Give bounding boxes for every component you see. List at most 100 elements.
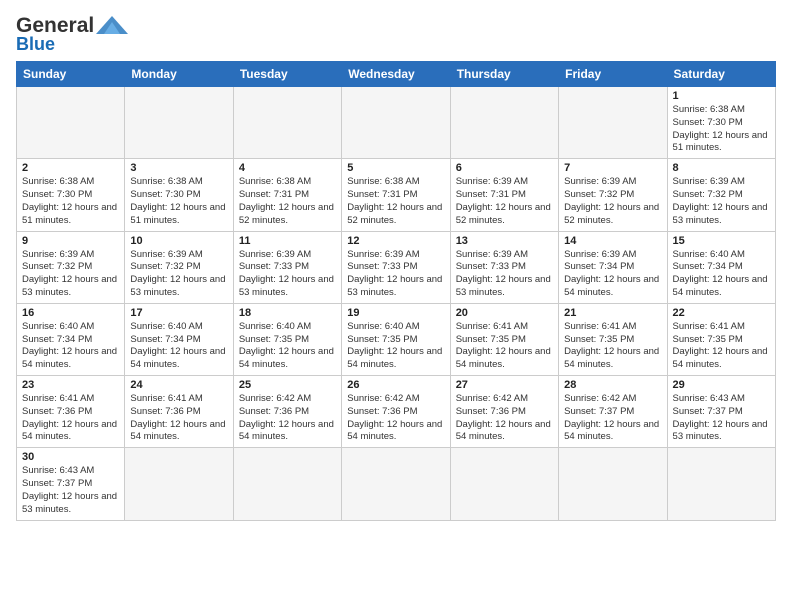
day-info: Sunrise: 6:38 AM Sunset: 7:30 PM Dayligh… <box>22 176 119 227</box>
calendar-cell: 1 Sunrise: 6:38 AM Sunset: 7:30 PM Daylig… <box>667 87 775 159</box>
day-info: Sunrise: 6:41 AM Sunset: 7:36 PM Dayligh… <box>130 393 227 444</box>
weekday-header-tuesday: Tuesday <box>233 62 341 87</box>
calendar-cell <box>233 448 341 520</box>
logo-blue-text: Blue <box>16 34 55 55</box>
weekday-header-row: SundayMondayTuesdayWednesdayThursdayFrid… <box>17 62 776 87</box>
day-number: 5 <box>347 162 444 174</box>
day-number: 20 <box>456 307 553 319</box>
calendar-cell: 25 Sunrise: 6:42 AM Sunset: 7:36 PM Dayli… <box>233 376 341 448</box>
day-number: 4 <box>239 162 336 174</box>
day-info: Sunrise: 6:40 AM Sunset: 7:35 PM Dayligh… <box>347 321 444 372</box>
day-info: Sunrise: 6:42 AM Sunset: 7:36 PM Dayligh… <box>239 393 336 444</box>
calendar-cell: 24 Sunrise: 6:41 AM Sunset: 7:36 PM Dayli… <box>125 376 233 448</box>
calendar-cell: 18 Sunrise: 6:40 AM Sunset: 7:35 PM Dayli… <box>233 303 341 375</box>
day-info: Sunrise: 6:40 AM Sunset: 7:34 PM Dayligh… <box>130 321 227 372</box>
calendar-cell: 30Sunrise: 6:43 AM Sunset: 7:37 PM Dayli… <box>17 448 125 520</box>
weekday-header-thursday: Thursday <box>450 62 558 87</box>
calendar-cell: 26 Sunrise: 6:42 AM Sunset: 7:36 PM Dayli… <box>342 376 450 448</box>
day-number: 13 <box>456 235 553 247</box>
day-info: Sunrise: 6:39 AM Sunset: 7:33 PM Dayligh… <box>456 249 553 300</box>
day-info: Sunrise: 6:41 AM Sunset: 7:35 PM Dayligh… <box>564 321 661 372</box>
day-number: 16 <box>22 307 119 319</box>
calendar-cell: 16 Sunrise: 6:40 AM Sunset: 7:34 PM Dayli… <box>17 303 125 375</box>
week-row-5: 23Sunrise: 6:41 AM Sunset: 7:36 PM Dayli… <box>17 376 776 448</box>
week-row-2: 2 Sunrise: 6:38 AM Sunset: 7:30 PM Daylig… <box>17 159 776 231</box>
calendar-cell: 11 Sunrise: 6:39 AM Sunset: 7:33 PM Dayli… <box>233 231 341 303</box>
calendar-cell: 6Sunrise: 6:39 AM Sunset: 7:31 PM Daylig… <box>450 159 558 231</box>
calendar-cell: 10 Sunrise: 6:39 AM Sunset: 7:32 PM Dayli… <box>125 231 233 303</box>
day-info: Sunrise: 6:39 AM Sunset: 7:32 PM Dayligh… <box>564 176 661 227</box>
day-info: Sunrise: 6:40 AM Sunset: 7:35 PM Dayligh… <box>239 321 336 372</box>
day-number: 3 <box>130 162 227 174</box>
calendar-cell <box>559 87 667 159</box>
calendar-cell: 2 Sunrise: 6:38 AM Sunset: 7:30 PM Daylig… <box>17 159 125 231</box>
calendar-cell <box>17 87 125 159</box>
calendar-cell <box>342 448 450 520</box>
day-info: Sunrise: 6:38 AM Sunset: 7:30 PM Dayligh… <box>673 104 770 155</box>
day-number: 22 <box>673 307 770 319</box>
calendar-cell <box>342 87 450 159</box>
weekday-header-sunday: Sunday <box>17 62 125 87</box>
calendar-cell <box>125 448 233 520</box>
day-number: 6 <box>456 162 553 174</box>
day-number: 27 <box>456 379 553 391</box>
day-info: Sunrise: 6:42 AM Sunset: 7:36 PM Dayligh… <box>456 393 553 444</box>
day-number: 29 <box>673 379 770 391</box>
day-info: Sunrise: 6:41 AM Sunset: 7:35 PM Dayligh… <box>456 321 553 372</box>
day-number: 28 <box>564 379 661 391</box>
day-info: Sunrise: 6:39 AM Sunset: 7:32 PM Dayligh… <box>22 249 119 300</box>
logo-area: General Blue <box>16 10 128 55</box>
day-number: 26 <box>347 379 444 391</box>
day-info: Sunrise: 6:41 AM Sunset: 7:36 PM Dayligh… <box>22 393 119 444</box>
day-number: 2 <box>22 162 119 174</box>
week-row-6: 30Sunrise: 6:43 AM Sunset: 7:37 PM Dayli… <box>17 448 776 520</box>
calendar-cell <box>559 448 667 520</box>
logo-triangle-icon <box>96 14 128 38</box>
day-info: Sunrise: 6:43 AM Sunset: 7:37 PM Dayligh… <box>673 393 770 444</box>
day-info: Sunrise: 6:39 AM Sunset: 7:32 PM Dayligh… <box>130 249 227 300</box>
day-number: 7 <box>564 162 661 174</box>
day-info: Sunrise: 6:38 AM Sunset: 7:31 PM Dayligh… <box>239 176 336 227</box>
calendar-cell: 5Sunrise: 6:38 AM Sunset: 7:31 PM Daylig… <box>342 159 450 231</box>
calendar-cell: 21Sunrise: 6:41 AM Sunset: 7:35 PM Dayli… <box>559 303 667 375</box>
day-number: 30 <box>22 451 119 463</box>
day-number: 25 <box>239 379 336 391</box>
day-info: Sunrise: 6:39 AM Sunset: 7:34 PM Dayligh… <box>564 249 661 300</box>
calendar-cell <box>125 87 233 159</box>
day-number: 24 <box>130 379 227 391</box>
calendar-cell: 4 Sunrise: 6:38 AM Sunset: 7:31 PM Daylig… <box>233 159 341 231</box>
calendar-table: SundayMondayTuesdayWednesdayThursdayFrid… <box>16 61 776 521</box>
calendar-cell: 12 Sunrise: 6:39 AM Sunset: 7:33 PM Dayli… <box>342 231 450 303</box>
week-row-1: 1 Sunrise: 6:38 AM Sunset: 7:30 PM Daylig… <box>17 87 776 159</box>
calendar-cell <box>667 448 775 520</box>
day-number: 15 <box>673 235 770 247</box>
weekday-header-friday: Friday <box>559 62 667 87</box>
calendar-cell: 22Sunrise: 6:41 AM Sunset: 7:35 PM Dayli… <box>667 303 775 375</box>
day-number: 8 <box>673 162 770 174</box>
calendar-cell: 23Sunrise: 6:41 AM Sunset: 7:36 PM Dayli… <box>17 376 125 448</box>
day-number: 19 <box>347 307 444 319</box>
calendar-cell: 7 Sunrise: 6:39 AM Sunset: 7:32 PM Daylig… <box>559 159 667 231</box>
day-number: 11 <box>239 235 336 247</box>
calendar-cell: 14 Sunrise: 6:39 AM Sunset: 7:34 PM Dayli… <box>559 231 667 303</box>
day-info: Sunrise: 6:39 AM Sunset: 7:33 PM Dayligh… <box>239 249 336 300</box>
day-number: 18 <box>239 307 336 319</box>
weekday-header-wednesday: Wednesday <box>342 62 450 87</box>
calendar-cell: 29 Sunrise: 6:43 AM Sunset: 7:37 PM Dayli… <box>667 376 775 448</box>
calendar-cell: 8Sunrise: 6:39 AM Sunset: 7:32 PM Daylig… <box>667 159 775 231</box>
day-number: 14 <box>564 235 661 247</box>
week-row-4: 16 Sunrise: 6:40 AM Sunset: 7:34 PM Dayli… <box>17 303 776 375</box>
calendar-cell: 19 Sunrise: 6:40 AM Sunset: 7:35 PM Dayli… <box>342 303 450 375</box>
page: General Blue SundayMondayTuesdayWednesda… <box>0 0 792 531</box>
day-info: Sunrise: 6:42 AM Sunset: 7:36 PM Dayligh… <box>347 393 444 444</box>
day-info: Sunrise: 6:38 AM Sunset: 7:30 PM Dayligh… <box>130 176 227 227</box>
day-info: Sunrise: 6:40 AM Sunset: 7:34 PM Dayligh… <box>22 321 119 372</box>
day-number: 10 <box>130 235 227 247</box>
day-info: Sunrise: 6:39 AM Sunset: 7:33 PM Dayligh… <box>347 249 444 300</box>
calendar-cell: 15Sunrise: 6:40 AM Sunset: 7:34 PM Dayli… <box>667 231 775 303</box>
calendar-cell <box>450 87 558 159</box>
day-number: 12 <box>347 235 444 247</box>
calendar-cell: 3 Sunrise: 6:38 AM Sunset: 7:30 PM Daylig… <box>125 159 233 231</box>
day-number: 1 <box>673 90 770 102</box>
calendar-cell: 20 Sunrise: 6:41 AM Sunset: 7:35 PM Dayli… <box>450 303 558 375</box>
